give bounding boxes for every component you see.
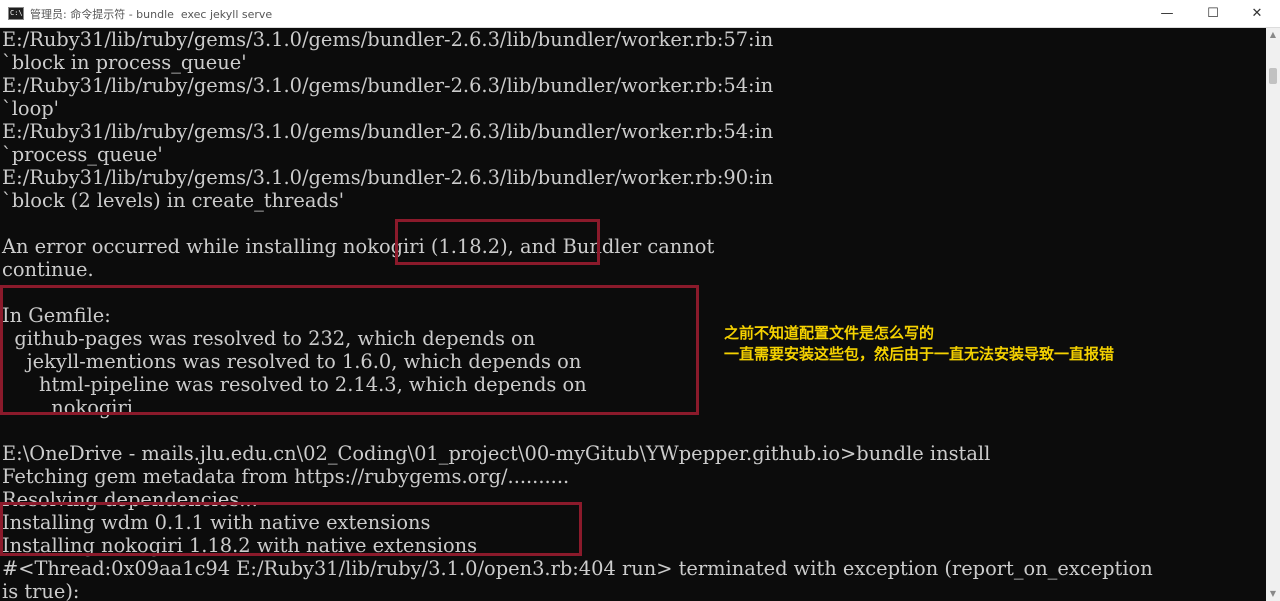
highlight-box-gemfile [0, 285, 699, 415]
console-line: E:/Ruby31/lib/ruby/gems/3.1.0/gems/bundl… [2, 166, 774, 189]
vertical-scrollbar[interactable]: ▲ ▼ [1266, 28, 1280, 601]
console-line: `block (2 levels) in create_threads' [2, 189, 345, 212]
scrollbar-thumb[interactable] [1269, 68, 1277, 84]
command-prompt-icon[interactable]: C:\. [8, 7, 24, 20]
console-line: E:\OneDrive - mails.jlu.edu.cn\02_Coding… [2, 442, 991, 465]
console-line: continue. [2, 258, 94, 281]
console-line: `process_queue' [2, 143, 163, 166]
scroll-down-icon[interactable]: ▼ [1266, 587, 1280, 601]
maximize-button[interactable]: ☐ [1190, 0, 1236, 27]
console-line: `loop' [2, 97, 59, 120]
console-line: Fetching gem metadata from https://rubyg… [2, 465, 570, 488]
minimize-button[interactable]: — [1144, 0, 1190, 27]
command-prompt-window: C:\. 管理员: 命令提示符 - bundle exec jekyll ser… [0, 0, 1280, 601]
console-line: E:/Ruby31/lib/ruby/gems/3.1.0/gems/bundl… [2, 120, 774, 143]
console-line: An error occurred while installing nokog… [2, 235, 715, 258]
annotation-line-2: 一直需要安装这些包，然后由于一直无法安装导致一直报错 [724, 345, 1115, 363]
window-title: 管理员: 命令提示符 - bundle exec jekyll serve [30, 8, 273, 21]
console-line: is true): [2, 580, 80, 601]
console-line: E:/Ruby31/lib/ruby/gems/3.1.0/gems/bundl… [2, 74, 774, 97]
console-line: #<Thread:0x09aa1c94 E:/Ruby31/lib/ruby/3… [2, 557, 1153, 580]
close-button[interactable]: ✕ [1234, 0, 1280, 27]
highlight-box-nokogiri-version [395, 219, 600, 265]
scroll-up-icon[interactable]: ▲ [1266, 28, 1280, 42]
title-bar[interactable]: C:\. 管理员: 命令提示符 - bundle exec jekyll ser… [0, 0, 1280, 28]
console-line: `block in process_queue' [2, 51, 247, 74]
annotation-line-1: 之前不知道配置文件是怎么写的 [724, 324, 935, 342]
highlight-box-installing [0, 502, 582, 556]
console-line: E:/Ruby31/lib/ruby/gems/3.1.0/gems/bundl… [2, 28, 774, 51]
